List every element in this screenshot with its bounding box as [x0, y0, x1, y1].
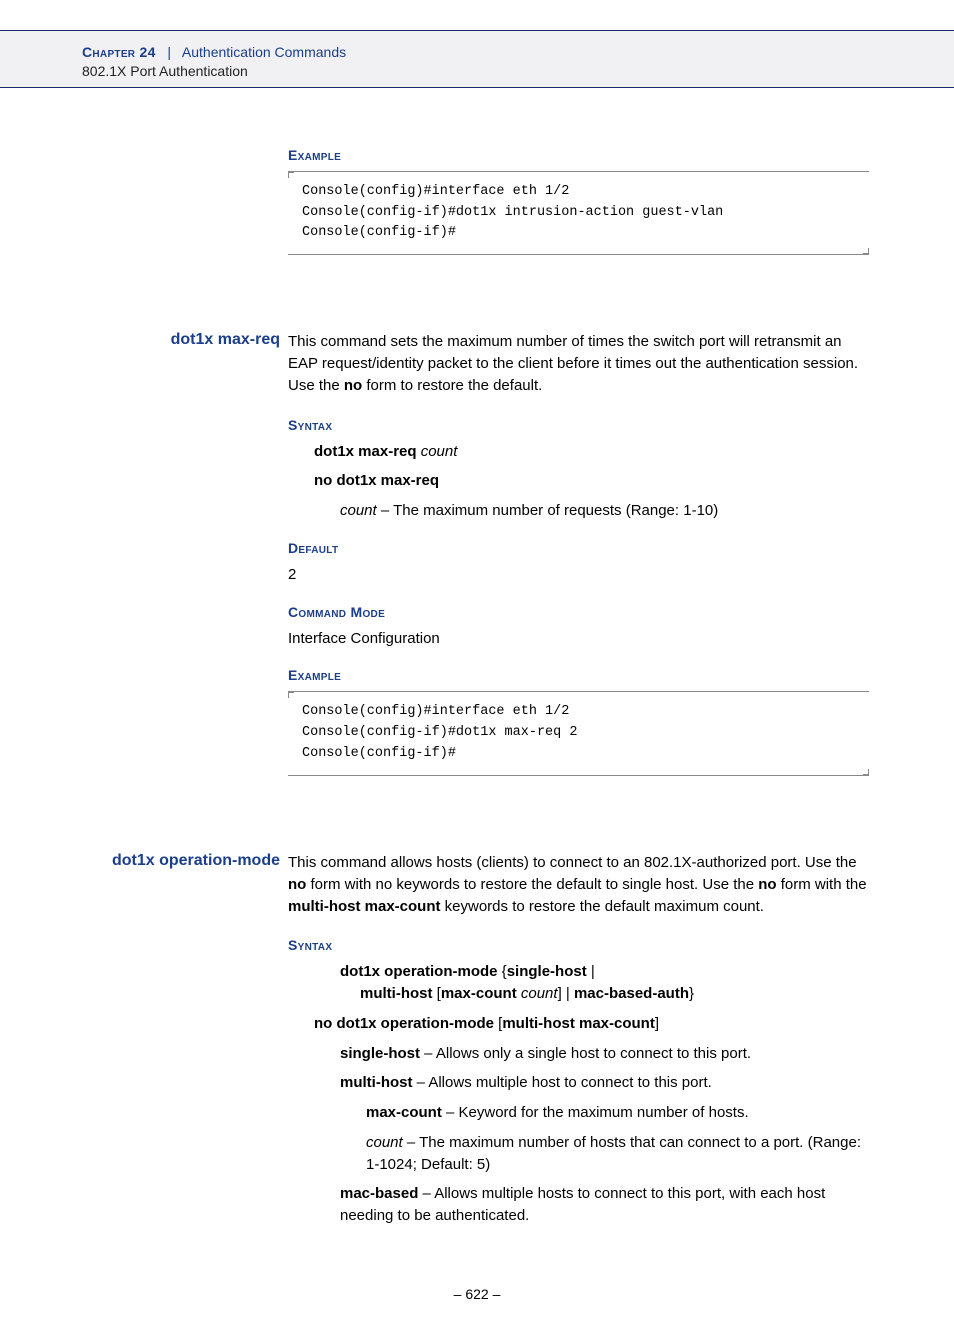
- code-block: Console(config)#interface eth 1/2 Consol…: [288, 691, 869, 776]
- syntax-keyword: no dot1x max-req: [314, 472, 439, 489]
- cmd-desc-text: This command allows hosts (clients) to c…: [288, 854, 857, 871]
- cmd-desc-text: keywords to restore the default maximum …: [441, 898, 764, 915]
- syntax-text: |: [587, 963, 595, 980]
- syntax-keyword: multi-host: [360, 985, 433, 1002]
- default-value: 2: [288, 564, 869, 586]
- cmd-desc-bold: multi-host max-count: [288, 898, 441, 915]
- param-name: count: [366, 1134, 403, 1151]
- param-name: max-count: [366, 1104, 442, 1121]
- syntax-text: [: [433, 985, 441, 1002]
- command-mode-value: Interface Configuration: [288, 628, 869, 650]
- syntax-keyword: multi-host max-count: [502, 1015, 655, 1032]
- page-header: Chapter 24 | Authentication Commands 802…: [0, 30, 954, 88]
- syntax-keyword: no dot1x operation-mode: [314, 1015, 494, 1032]
- cmd-desc-text: form to restore the default.: [362, 377, 542, 394]
- param-desc: – The maximum number of requests (Range:…: [377, 502, 719, 519]
- cmd-desc-text: form with the: [777, 876, 867, 893]
- section-heading-syntax: Syntax: [288, 417, 869, 433]
- syntax-keyword: dot1x operation-mode: [340, 963, 498, 980]
- section-heading-mode: Command Mode: [288, 604, 869, 620]
- chapter-label: Chapter 24: [82, 44, 156, 60]
- header-subtitle: 802.1X Port Authentication: [82, 63, 954, 79]
- syntax-text: {: [498, 963, 507, 980]
- section-heading-default: Default: [288, 540, 869, 556]
- syntax-param: count: [521, 985, 558, 1002]
- syntax-param: count: [421, 443, 458, 460]
- header-separator: |: [160, 44, 179, 60]
- param-name: single-host: [340, 1045, 420, 1062]
- syntax-text: ] |: [558, 985, 574, 1002]
- section-heading-example: Example: [288, 667, 869, 683]
- syntax-keyword: single-host: [507, 963, 587, 980]
- cmd-desc-bold: no: [758, 876, 776, 893]
- param-name: multi-host: [340, 1074, 413, 1091]
- syntax-keyword: max-count: [441, 985, 517, 1002]
- param-desc: – Allows only a single host to connect t…: [420, 1045, 751, 1062]
- param-desc: – Allows multiple host to connect to thi…: [413, 1074, 712, 1091]
- section-heading-example: Example: [288, 147, 869, 163]
- page-number: – 622 –: [84, 1286, 870, 1302]
- param-name: count: [340, 502, 377, 519]
- param-name: mac-based: [340, 1185, 418, 1202]
- chapter-title: Authentication Commands: [182, 44, 346, 60]
- code-block: Console(config)#interface eth 1/2 Consol…: [288, 171, 869, 256]
- param-desc: – Keyword for the maximum number of host…: [442, 1104, 749, 1121]
- section-heading-syntax: Syntax: [288, 937, 869, 953]
- syntax-text: ]: [655, 1015, 659, 1032]
- cmd-desc-text: form with no keywords to restore the def…: [306, 876, 758, 893]
- syntax-keyword: mac-based-auth: [574, 985, 689, 1002]
- syntax-text: }: [689, 985, 694, 1002]
- cmd-desc-bold: no: [288, 876, 306, 893]
- command-name-operation-mode: dot1x operation-mode: [85, 852, 280, 870]
- syntax-keyword: dot1x max-req: [314, 443, 421, 460]
- param-desc: – The maximum number of hosts that can c…: [366, 1134, 861, 1173]
- cmd-desc-bold: no: [344, 377, 362, 394]
- command-name-max-req: dot1x max-req: [85, 331, 280, 349]
